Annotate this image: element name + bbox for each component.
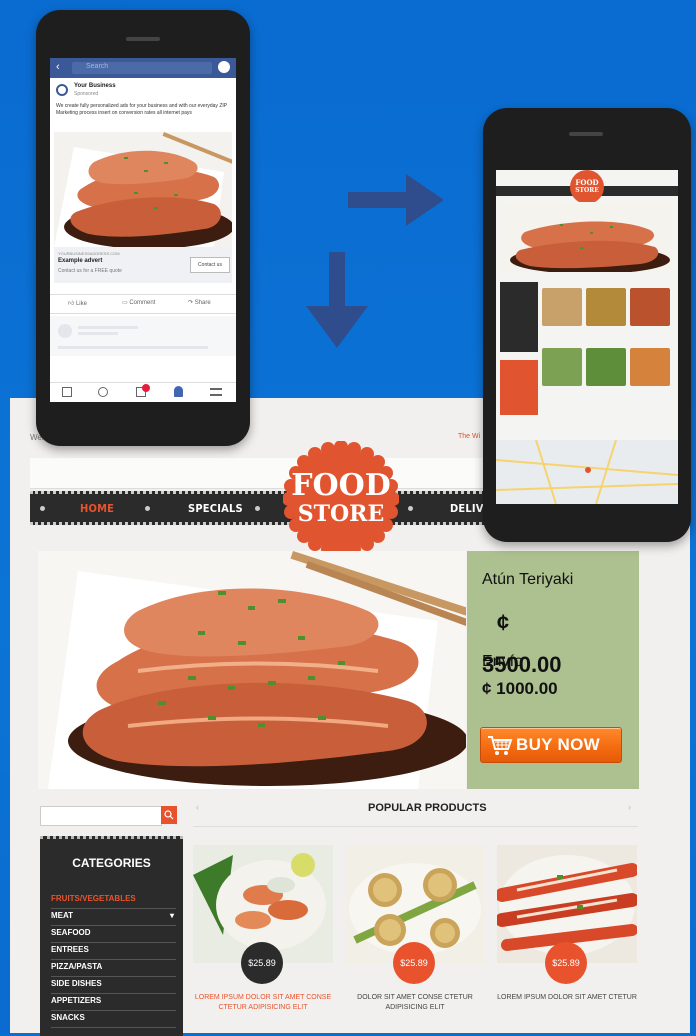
mobile-categories[interactable] <box>500 282 538 352</box>
arrow-down-icon <box>306 252 368 348</box>
buy-now-button[interactable]: BUY NOW <box>480 727 622 763</box>
next-post-placeholder <box>50 316 236 356</box>
food-store-logo[interactable]: FOOD STORE <box>283 441 399 557</box>
carousel-next[interactable]: › <box>628 802 631 812</box>
price-badge: $25.89 <box>545 942 587 984</box>
mobile-product-tile[interactable] <box>542 348 582 386</box>
buy-now-label: BUY NOW <box>516 735 600 754</box>
product-caption[interactable]: LOREM IPSUM DOLOR SIT AMET CONSE CTETUR … <box>188 993 338 1013</box>
phone-website: FOOD STORE <box>483 108 691 542</box>
category-fruits-vegetables[interactable]: FRUITS/VEGETABLES <box>51 894 176 909</box>
offer-product-name: Atún Teriyaki <box>482 571 574 588</box>
category-pizza-pasta[interactable]: PIZZA/PASTA <box>51 962 176 977</box>
shipping-label: Envío <box>482 653 523 670</box>
category-entrees[interactable]: ENTREES <box>51 945 176 960</box>
action-bar: 👍︎ Like ▭ Comment ↷ Share <box>50 294 236 314</box>
fb-top-bar: ‹ Search <box>50 58 236 78</box>
product-caption[interactable]: DOLOR SIT AMET CONSE CTETUR ADIPISICING … <box>340 993 490 1013</box>
business-name[interactable]: Your Business <box>74 83 116 89</box>
notifications-icon[interactable] <box>174 386 183 397</box>
fb-search-input[interactable]: Search <box>72 62 212 74</box>
business-avatar[interactable] <box>56 84 68 96</box>
fb-bottom-nav <box>50 382 236 402</box>
post-text: We create fully personalized ads for you… <box>56 103 228 116</box>
mobile-hero-image <box>500 202 674 272</box>
ad-image-salmon[interactable] <box>54 132 232 247</box>
offer-price: ¢ 3500.00 <box>482 610 562 677</box>
menu-icon[interactable] <box>210 388 222 396</box>
comment-icon: ▭ <box>122 300 128 306</box>
messenger-icon[interactable] <box>218 61 230 73</box>
sponsored-label: Sponsored <box>74 91 99 97</box>
back-icon[interactable]: ‹ <box>56 61 60 73</box>
category-meat[interactable]: MEAT ▾ <box>51 911 176 926</box>
divider <box>193 826 638 827</box>
link-preview[interactable]: YOURBUSINESSADDRESS.COM Example advert C… <box>54 247 232 283</box>
price-badge: $25.89 <box>393 942 435 984</box>
share-button[interactable]: ↷ Share <box>188 299 211 306</box>
product-caption[interactable]: LOREM IPSUM DOLOR SIT AMET CTETUR <box>492 993 642 1003</box>
mobile-map[interactable] <box>496 439 678 504</box>
promo-text: The Wi <box>458 433 481 440</box>
contact-us-button[interactable]: Contact us <box>190 257 230 273</box>
categories-title: CATEGORIES <box>72 856 151 870</box>
search-icon <box>164 810 174 820</box>
notification-badge <box>142 384 150 392</box>
shipping-price: ¢ 1000.00 <box>482 679 558 698</box>
chevron-down-icon: ▾ <box>169 911 174 920</box>
thumbs-up-icon: 👍︎ <box>68 301 75 307</box>
mobile-product-tile[interactable] <box>586 348 626 386</box>
arrow-right-icon <box>348 174 444 226</box>
mobile-logo[interactable]: FOOD STORE <box>570 170 604 204</box>
nav-home[interactable]: HOME <box>80 502 114 515</box>
mobile-product-tile[interactable] <box>630 288 670 326</box>
phone-facebook-ad: ‹ Search Your Business Sponsored We crea… <box>36 10 250 446</box>
search-input[interactable] <box>40 806 162 826</box>
category-appetizers[interactable]: APPETIZERS <box>51 996 176 1011</box>
category-snacks[interactable]: SNACKS <box>51 1013 176 1028</box>
share-icon: ↷ <box>188 300 194 306</box>
mobile-promo-block[interactable] <box>500 360 538 415</box>
categories-panel: CATEGORIES FRUITS/VEGETABLES MEAT ▾ SEAFO… <box>40 836 183 1036</box>
logo-line1: FOOD <box>291 468 391 503</box>
logo-line2: STORE <box>298 501 384 527</box>
friends-icon[interactable] <box>98 387 108 397</box>
price-badge: $25.89 <box>241 942 283 984</box>
mobile-product-tile[interactable] <box>586 288 626 326</box>
hero-image-salmon <box>38 551 466 789</box>
nav-specials[interactable]: SPECIALS <box>188 502 243 515</box>
news-feed-icon[interactable] <box>62 387 72 397</box>
mobile-product-tile[interactable] <box>630 348 670 386</box>
like-button[interactable]: 👍︎ Like <box>68 299 87 307</box>
mobile-product-tile[interactable] <box>542 288 582 326</box>
search-button[interactable] <box>161 806 177 824</box>
category-seafood[interactable]: SEAFOOD <box>51 928 176 943</box>
category-label: MEAT <box>51 911 74 920</box>
comment-button[interactable]: ▭ Comment <box>122 299 155 306</box>
carousel-prev[interactable]: ‹ <box>196 802 199 812</box>
category-side-dishes[interactable]: SIDE DISHES <box>51 979 176 994</box>
shopping-cart-icon <box>488 736 513 755</box>
popular-products-title: POPULAR PRODUCTS <box>368 802 487 814</box>
